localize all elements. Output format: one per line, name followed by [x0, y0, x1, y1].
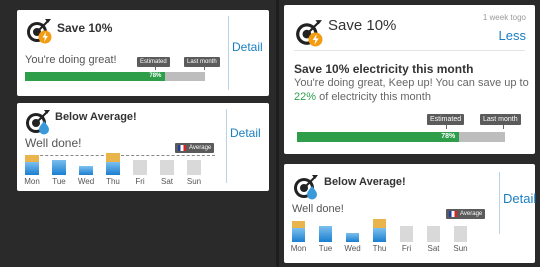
day-label-tue: Tue [52, 177, 66, 186]
average-card-message: Well done! [25, 136, 82, 150]
day-bar-sun [187, 159, 201, 175]
day-label-mon: Mon [290, 244, 307, 253]
average-card[interactable]: Below Average! Well done! Detail Average… [284, 164, 536, 263]
estimated-tag: Estimated [137, 57, 170, 67]
detail-link[interactable]: Detail [503, 191, 536, 206]
day-bar-tue [319, 225, 332, 242]
france-flag-icon [449, 211, 457, 217]
day-bar-sat [427, 225, 440, 242]
detail-link[interactable]: Detail [230, 126, 261, 140]
savings-progress-fill: 78% [297, 132, 460, 142]
estimated-marker [446, 125, 447, 129]
day-bar-thu [373, 219, 386, 242]
average-card-title: Below Average! [55, 111, 137, 123]
day-label-fri: Fri [401, 244, 412, 253]
average-tag-label: Average [460, 211, 483, 217]
savings-body-percent: 22% [294, 91, 317, 103]
day-bar-mon [292, 221, 305, 242]
day-bar-tue [52, 159, 66, 175]
estimated-tag: Estimated [427, 114, 465, 125]
day-label-thu: Thu [372, 244, 387, 253]
estimated-marker [155, 66, 156, 70]
day-label-fri: Fri [135, 177, 145, 186]
day-bar-fri [400, 225, 413, 242]
day-bar-mon [25, 155, 39, 175]
weekly-day-labels: Mon Tue Wed Thu Fri Sat Sun [24, 177, 215, 187]
save-card-title: Save 10% [57, 21, 113, 35]
day-label-wed: Wed [344, 244, 361, 253]
savings-progress-fill: 78% [25, 72, 166, 81]
header-divider [294, 50, 525, 51]
average-card[interactable]: Below Average! Well done! Detail Average… [17, 103, 269, 191]
progress-percent: 78% [149, 73, 162, 79]
divider [226, 109, 227, 183]
average-card-message: Well done! [292, 203, 344, 215]
day-label-wed: Wed [77, 177, 95, 186]
savings-progress-bar: 78% [297, 132, 505, 142]
last-month-marker [503, 125, 504, 129]
left-panel: Save 10% You're doing great! Detail Esti… [0, 0, 276, 267]
savings-body-prefix: You're doing great, Keep up! You can sav… [294, 77, 529, 89]
target-water-drop-icon [294, 175, 318, 200]
weekly-bars [292, 218, 477, 242]
savings-heading: Save 10% electricity this month [294, 62, 474, 76]
target-lightning-icon [296, 20, 323, 47]
day-label-tue: Tue [318, 244, 333, 253]
day-label-sun: Sun [453, 244, 468, 253]
last-month-tag: Last month [184, 57, 220, 67]
day-label-sat: Sat [160, 177, 173, 186]
less-link[interactable]: Less [499, 28, 526, 43]
france-flag-icon [178, 145, 186, 151]
day-label-mon: Mon [24, 177, 40, 186]
average-card-title: Below Average! [324, 176, 406, 188]
progress-percent: 78% [441, 133, 456, 140]
weekly-day-labels: Mon Tue Wed Thu Fri Sat Sun [291, 244, 477, 254]
last-month-tag: Last month [480, 114, 521, 125]
savings-progress-bar: 78% [25, 72, 205, 81]
detail-link[interactable]: Detail [232, 40, 263, 54]
day-label-thu: Thu [106, 177, 120, 186]
savings-body: You're doing great, Keep up! You can sav… [294, 76, 530, 104]
divider [228, 16, 229, 90]
savings-body-suffix: of electricity this month [316, 91, 431, 103]
target-lightning-icon [27, 19, 52, 44]
divider [499, 172, 500, 234]
day-bar-fri [133, 159, 147, 175]
target-water-drop-icon [26, 110, 50, 135]
save-card-expanded[interactable]: Save 10% 1 week togo Less Save 10% elect… [284, 5, 535, 154]
last-month-marker [204, 66, 205, 70]
weekly-bars [25, 153, 215, 175]
day-bar-wed [346, 232, 359, 242]
save-card-title: Save 10% [328, 17, 397, 34]
day-label-sat: Sat [427, 244, 440, 253]
day-bar-wed [79, 166, 93, 175]
save-card[interactable]: Save 10% You're doing great! Detail Esti… [17, 10, 269, 96]
average-tag-label: Average [189, 145, 212, 151]
day-bar-thu [106, 153, 120, 175]
day-bar-sat [160, 159, 174, 175]
save-card-message: You're doing great! [25, 54, 117, 66]
right-panel: Save 10% 1 week togo Less Save 10% elect… [279, 0, 540, 267]
average-tag: Average [175, 143, 215, 153]
timestamp: 1 week togo [482, 13, 526, 22]
day-label-sun: Sun [186, 177, 202, 186]
day-bar-sun [454, 225, 467, 242]
